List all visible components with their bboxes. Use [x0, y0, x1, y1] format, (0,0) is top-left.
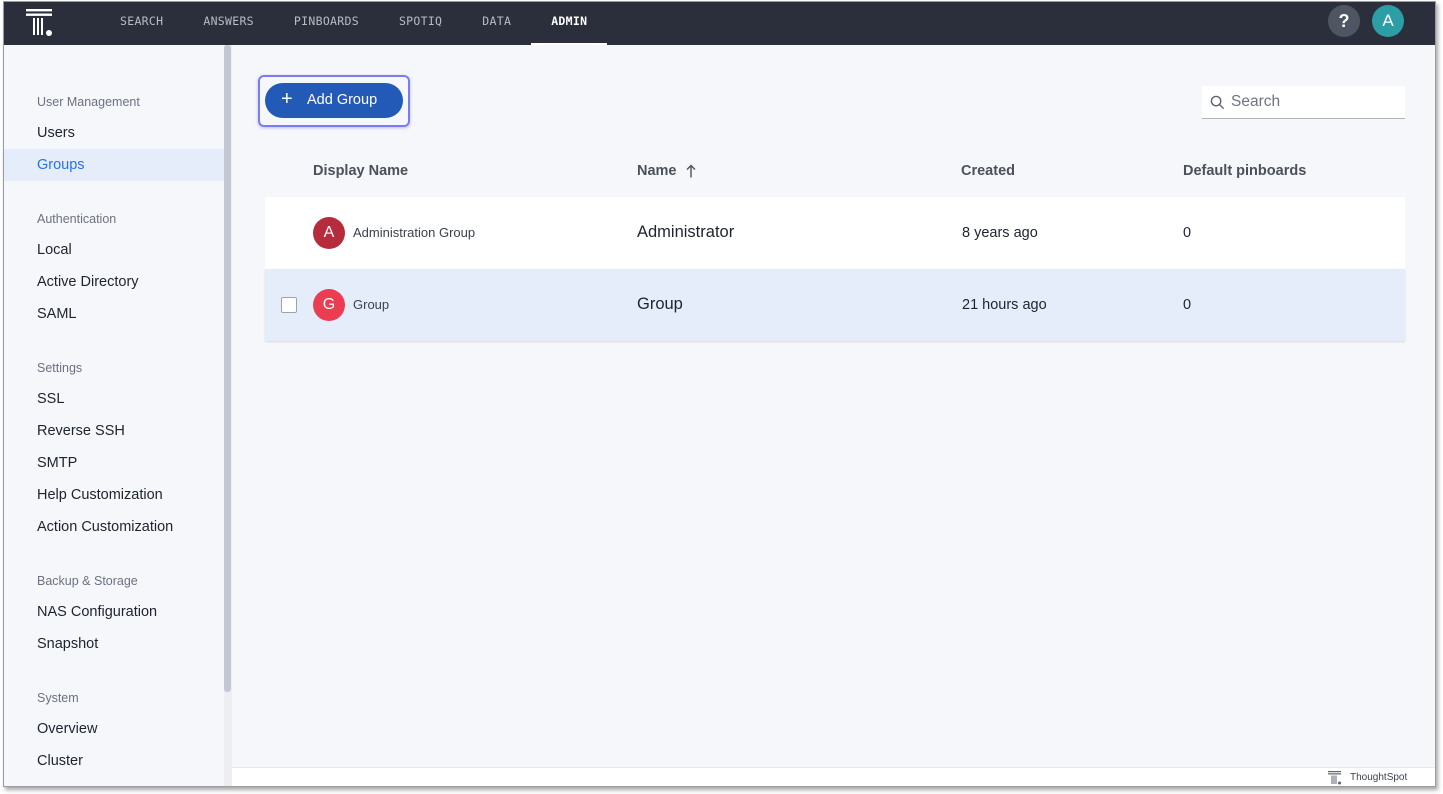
- sort-ascending-icon: [686, 164, 696, 178]
- nav-tab-search[interactable]: SEARCH: [100, 2, 183, 45]
- group-display-name[interactable]: Administration Group: [353, 225, 475, 240]
- sidebar-item-users[interactable]: Users: [4, 117, 224, 149]
- search-field[interactable]: [1202, 86, 1405, 119]
- group-created: 21 hours ago: [962, 297, 1047, 313]
- nav-tab-pinboards[interactable]: PINBOARDS: [274, 2, 379, 45]
- sidebar-item-help-customization[interactable]: Help Customization: [4, 479, 224, 511]
- main-content: + Add Group Display Name Name Created De…: [232, 45, 1435, 767]
- help-icon: ?: [1338, 11, 1350, 31]
- row-checkbox[interactable]: [281, 297, 297, 313]
- app-window: SEARCH ANSWERS PINBOARDS SPOTIQ DATA ADM…: [3, 1, 1436, 787]
- thoughtspot-footer-logo-icon: [1328, 771, 1341, 785]
- footer: ThoughtSpot: [232, 767, 1435, 786]
- groups-table: A Administration Group Administrator 8 y…: [265, 197, 1405, 341]
- group-display-name[interactable]: Group: [353, 297, 389, 312]
- column-header-display-name[interactable]: Display Name: [313, 163, 408, 179]
- column-header-name[interactable]: Name: [637, 163, 696, 179]
- top-nav: SEARCH ANSWERS PINBOARDS SPOTIQ DATA ADM…: [4, 2, 1435, 45]
- sidebar-section-settings: Settings: [37, 361, 83, 375]
- sidebar-section-backup-storage: Backup & Storage: [37, 574, 138, 588]
- add-group-label: Add Group: [307, 92, 378, 108]
- sidebar-item-active-directory[interactable]: Active Directory: [4, 266, 224, 298]
- sidebar-item-groups[interactable]: Groups: [4, 149, 224, 181]
- help-button[interactable]: ?: [1328, 5, 1360, 37]
- nav-tab-spotiq[interactable]: SPOTIQ: [379, 2, 462, 45]
- sidebar-item-nas-configuration[interactable]: NAS Configuration: [4, 596, 224, 628]
- search-icon: [1210, 95, 1225, 110]
- sidebar-item-overview[interactable]: Overview: [4, 713, 224, 745]
- group-created: 8 years ago: [962, 225, 1038, 241]
- column-header-default-pinboards[interactable]: Default pinboards: [1183, 163, 1306, 179]
- column-header-label: Name: [637, 163, 677, 179]
- sidebar-section-system: System: [37, 691, 79, 705]
- nav-tab-admin[interactable]: ADMIN: [531, 2, 608, 45]
- group-avatar: G: [313, 289, 345, 321]
- column-header-created[interactable]: Created: [961, 163, 1015, 179]
- footer-brand: ThoughtSpot: [1350, 772, 1408, 783]
- nav-tab-answers[interactable]: ANSWERS: [183, 2, 274, 45]
- user-avatar-initial: A: [1382, 11, 1394, 30]
- nav-tab-data[interactable]: DATA: [462, 2, 531, 45]
- sidebar-scrollbar-thumb[interactable]: [224, 45, 231, 692]
- user-avatar-button[interactable]: A: [1372, 5, 1404, 37]
- group-avatar-initial: A: [323, 224, 335, 241]
- sidebar-item-saml[interactable]: SAML: [4, 298, 224, 330]
- sidebar-item-local[interactable]: Local: [4, 234, 224, 266]
- sidebar-item-cluster[interactable]: Cluster: [4, 745, 224, 777]
- sidebar-section-authentication: Authentication: [37, 212, 117, 226]
- sidebar-section-user-management: User Management: [37, 95, 140, 109]
- group-name: Administrator: [637, 223, 735, 241]
- thoughtspot-logo-icon[interactable]: [24, 7, 56, 39]
- column-header-label: Display Name: [313, 163, 409, 179]
- admin-sidebar: User Management Users Groups Authenticat…: [4, 45, 224, 786]
- group-avatar: A: [313, 217, 345, 249]
- add-group-button[interactable]: + Add Group: [265, 83, 403, 118]
- plus-icon: +: [281, 88, 293, 110]
- group-default-pinboards: 0: [1183, 297, 1192, 313]
- sidebar-item-reverse-ssh[interactable]: Reverse SSH: [4, 415, 224, 447]
- column-header-label: Created: [961, 163, 1015, 179]
- group-default-pinboards: 0: [1183, 225, 1192, 241]
- nav-tabs: SEARCH ANSWERS PINBOARDS SPOTIQ DATA ADM…: [100, 2, 608, 45]
- sidebar-item-action-customization[interactable]: Action Customization: [4, 511, 224, 543]
- table-row[interactable]: A Administration Group Administrator 8 y…: [265, 197, 1405, 269]
- search-input[interactable]: [1231, 86, 1401, 118]
- table-row[interactable]: G Group Group 21 hours ago 0: [265, 269, 1405, 341]
- sidebar-item-ssl[interactable]: SSL: [4, 383, 224, 415]
- sidebar-item-smtp[interactable]: SMTP: [4, 447, 224, 479]
- column-header-label: Default pinboards: [1183, 163, 1307, 179]
- sidebar-item-snapshot[interactable]: Snapshot: [4, 628, 224, 660]
- group-avatar-initial: G: [322, 296, 336, 313]
- group-name: Group: [637, 295, 683, 313]
